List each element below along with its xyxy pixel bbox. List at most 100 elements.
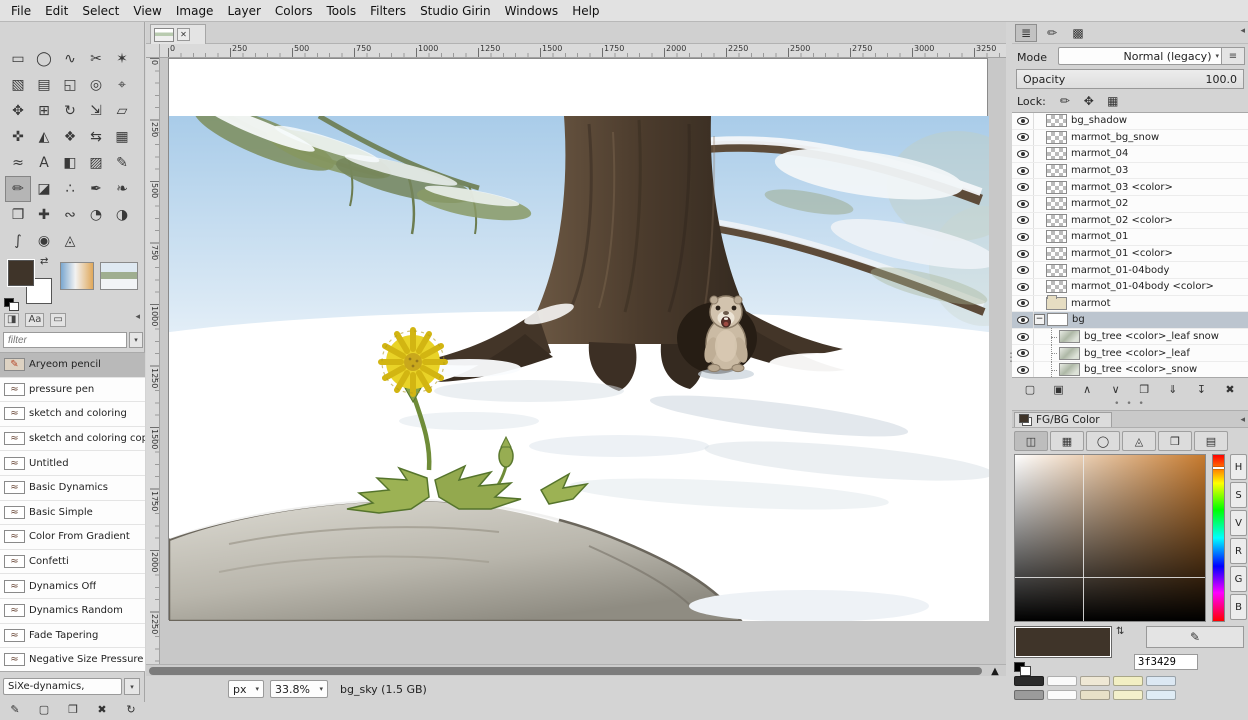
layer-visibility-toggle[interactable] (1012, 296, 1034, 312)
dynamics-list-item[interactable]: Basic Dynamics (0, 476, 145, 501)
tool-button[interactable]: ▦ (109, 124, 135, 150)
layer-thumbnail[interactable] (1059, 330, 1080, 343)
dynamics-preset-select[interactable]: SiXe-dynamics, (3, 678, 122, 695)
tool-button[interactable]: ❧ (109, 176, 135, 202)
layer-row[interactable]: − marmot (1012, 296, 1248, 313)
menu-item[interactable]: Filters (363, 0, 413, 22)
layer-row[interactable]: − marmot_04 (1012, 146, 1248, 163)
layer-visibility-toggle[interactable] (1012, 329, 1034, 345)
color-mode-tab[interactable]: ◬ (1122, 431, 1156, 451)
tool-button[interactable]: ✒ (83, 176, 109, 202)
foreground-color-swatch[interactable] (8, 260, 34, 286)
menu-item[interactable]: View (126, 0, 168, 22)
tab-close-icon[interactable]: ✕ (177, 28, 190, 41)
layer-name[interactable]: marmot_02 (1071, 198, 1128, 209)
layer-thumbnail[interactable] (1046, 181, 1067, 194)
layer-thumbnail[interactable] (1046, 247, 1067, 260)
palette-swatch[interactable] (1113, 690, 1143, 700)
layer-thumbnail[interactable] (1046, 114, 1067, 127)
layer-thumbnail[interactable] (1059, 347, 1080, 360)
menu-item[interactable]: Layer (220, 0, 267, 22)
layer-name[interactable]: marmot_bg_snow (1071, 132, 1159, 143)
layer-thumbnail[interactable] (1046, 131, 1067, 144)
layer-thumbnail[interactable] (1046, 230, 1067, 243)
layer-thumbnail[interactable] (1046, 280, 1067, 293)
tool-button[interactable]: ↻ (57, 98, 83, 124)
dynamics-list-item[interactable]: Color From Gradient (0, 525, 145, 550)
dynamics-action-button[interactable]: ❐ (63, 700, 83, 718)
tool-button[interactable]: ≈ (5, 150, 31, 176)
layer-visibility-toggle[interactable] (1012, 262, 1034, 278)
dynamics-filter-input[interactable] (3, 332, 127, 348)
toolbox-toggle[interactable]: ▭ (50, 313, 65, 327)
dynamics-list-item[interactable]: Negative Size Pressure (0, 648, 145, 672)
tool-button[interactable]: ◉ (31, 228, 57, 254)
layer-row[interactable]: − marmot_03 <color> (1012, 179, 1248, 196)
dynamics-list-item[interactable]: sketch and coloring copy (0, 427, 145, 452)
layer-thumbnail[interactable] (1046, 297, 1067, 310)
layer-name[interactable]: marmot_03 (1071, 165, 1128, 176)
dynamics-action-button[interactable]: ✖ (92, 700, 112, 718)
tool-button[interactable]: ⇲ (83, 98, 109, 124)
toolbox-toggle[interactable]: Aa (25, 313, 44, 327)
layer-name[interactable]: bg_tree <color>_leaf (1084, 348, 1190, 359)
tool-button[interactable]: ⊞ (31, 98, 57, 124)
layer-name[interactable]: marmot_01-04body <color> (1071, 281, 1214, 292)
swap-colors-icon[interactable]: ⇅ (1116, 626, 1124, 637)
dynamics-list-item[interactable]: Dynamics Random (0, 599, 145, 624)
layer-row[interactable]: − bg_tree <color>_leaf (1012, 345, 1248, 362)
dynamics-list-item[interactable]: Untitled (0, 451, 145, 476)
dynamics-list-item[interactable]: Aryeom pencil (0, 353, 145, 378)
panel-collapse-icon[interactable]: ◂ (1240, 415, 1245, 425)
layer-row[interactable]: − bg_shadow (1012, 113, 1248, 130)
channel-button[interactable]: R (1230, 538, 1247, 564)
tool-button[interactable]: ◪ (31, 176, 57, 202)
layer-thumbnail[interactable] (1046, 197, 1067, 210)
image-tab[interactable]: ✕ (150, 24, 206, 44)
default-colors-icon[interactable] (1014, 662, 1031, 676)
layer-visibility-toggle[interactable] (1012, 229, 1034, 245)
reset-colors-icon[interactable] (4, 298, 19, 311)
tool-button[interactable]: ▱ (109, 98, 135, 124)
layer-name[interactable]: bg_tree <color>_leaf snow (1084, 331, 1219, 342)
scrollbar-thumb[interactable] (149, 667, 982, 675)
tool-button[interactable]: A (31, 150, 57, 176)
pattern-preview[interactable] (100, 262, 138, 290)
layer-visibility-toggle[interactable] (1012, 213, 1034, 229)
tool-button[interactable]: ✥ (5, 98, 31, 124)
lock-button[interactable]: ✏ (1054, 92, 1076, 110)
dock-tab[interactable]: ✏ (1041, 24, 1063, 42)
dock-splitter-handle[interactable]: • • • (1012, 400, 1248, 408)
layer-row[interactable]: − marmot_01-04body <color> (1012, 279, 1248, 296)
layer-name[interactable]: marmot_02 <color> (1071, 215, 1173, 226)
dynamics-list-item[interactable]: sketch and coloring (0, 402, 145, 427)
tool-button[interactable]: ◯ (31, 46, 57, 72)
edit-color-button[interactable]: ✎ (1146, 626, 1244, 648)
opacity-slider[interactable]: Opacity 100.0 (1016, 69, 1244, 89)
layer-name[interactable]: marmot (1071, 298, 1111, 309)
layer-mode-select[interactable]: Normal (legacy) ▾ (1058, 47, 1224, 65)
layer-visibility-toggle[interactable] (1012, 362, 1034, 378)
layer-action-button[interactable]: ⇓ (1163, 380, 1183, 398)
layer-visibility-toggle[interactable] (1012, 146, 1034, 162)
layer-row[interactable]: − marmot_bg_snow (1012, 130, 1248, 147)
layer-row[interactable]: − marmot_02 (1012, 196, 1248, 213)
layer-action-button[interactable]: ∨ (1106, 380, 1126, 398)
tool-button[interactable]: ◑ (109, 202, 135, 228)
menu-item[interactable]: Windows (498, 0, 566, 22)
hex-color-input[interactable] (1134, 654, 1198, 670)
tool-button[interactable]: ✏ (5, 176, 31, 202)
zoom-select[interactable]: 33.8% ▾ (270, 680, 328, 698)
layer-row[interactable]: − marmot_03 (1012, 163, 1248, 180)
layer-row[interactable]: − bg (1012, 312, 1248, 329)
dynamics-list-item[interactable]: Dynamics Off (0, 574, 145, 599)
color-mode-tab[interactable]: ▦ (1050, 431, 1084, 451)
dynamics-filter-chevron[interactable]: ▾ (129, 332, 143, 348)
dock-tab[interactable]: ▩ (1067, 24, 1089, 42)
layer-name[interactable]: bg_tree <color>_snow (1084, 364, 1197, 375)
layer-name[interactable]: bg (1072, 314, 1085, 325)
layer-visibility-toggle[interactable] (1012, 130, 1034, 146)
layer-name[interactable]: bg_shadow (1071, 115, 1127, 126)
tool-button[interactable]: ▭ (5, 46, 31, 72)
saturation-value-square[interactable] (1014, 454, 1206, 622)
